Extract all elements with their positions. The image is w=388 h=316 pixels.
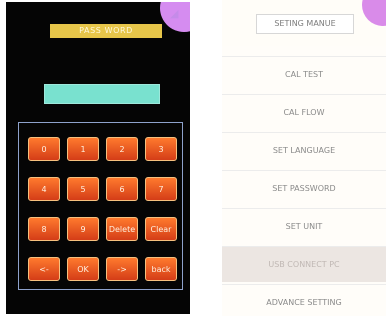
settings-title: SETING MANUE xyxy=(256,14,354,34)
settings-screen: SETING MANUE CAL TEST CAL FLOW SET LANGU… xyxy=(222,0,386,316)
key-2[interactable]: 2 xyxy=(106,137,138,161)
key-0[interactable]: 0 xyxy=(28,137,60,161)
password-screen: ◢ PASS WORD 0 1 2 3 4 5 6 7 8 9 Delete C… xyxy=(6,2,190,314)
menu-item-cal-test[interactable]: CAL TEST xyxy=(222,56,386,92)
menu-item-usb-connect-pc[interactable]: USB CONNECT PC xyxy=(222,246,386,282)
back-arrow-button[interactable]: <- xyxy=(28,257,60,281)
key-8[interactable]: 8 xyxy=(28,217,60,241)
back-button[interactable]: back xyxy=(145,257,177,281)
menu-item-advance-setting[interactable]: ADVANCE SETTING xyxy=(222,284,386,316)
password-title: PASS WORD xyxy=(50,24,162,38)
key-5[interactable]: 5 xyxy=(67,177,99,201)
key-4[interactable]: 4 xyxy=(28,177,60,201)
key-3[interactable]: 3 xyxy=(145,137,177,161)
delete-button[interactable]: Delete xyxy=(106,217,138,241)
menu-item-set-language[interactable]: SET LANGUAGE xyxy=(222,132,386,168)
key-7[interactable]: 7 xyxy=(145,177,177,201)
key-6[interactable]: 6 xyxy=(106,177,138,201)
forward-arrow-button[interactable]: -> xyxy=(106,257,138,281)
keypad: 0 1 2 3 4 5 6 7 8 9 Delete Clear <- OK -… xyxy=(18,122,183,290)
password-input[interactable] xyxy=(44,84,160,104)
menu-item-set-unit[interactable]: SET UNIT xyxy=(222,208,386,244)
ok-button[interactable]: OK xyxy=(67,257,99,281)
corner-icon[interactable]: ◢ xyxy=(170,8,186,20)
key-1[interactable]: 1 xyxy=(67,137,99,161)
clear-button[interactable]: Clear xyxy=(145,217,177,241)
key-9[interactable]: 9 xyxy=(67,217,99,241)
menu-item-cal-flow[interactable]: CAL FLOW xyxy=(222,94,386,130)
menu-item-set-password[interactable]: SET PASSWORD xyxy=(222,170,386,206)
